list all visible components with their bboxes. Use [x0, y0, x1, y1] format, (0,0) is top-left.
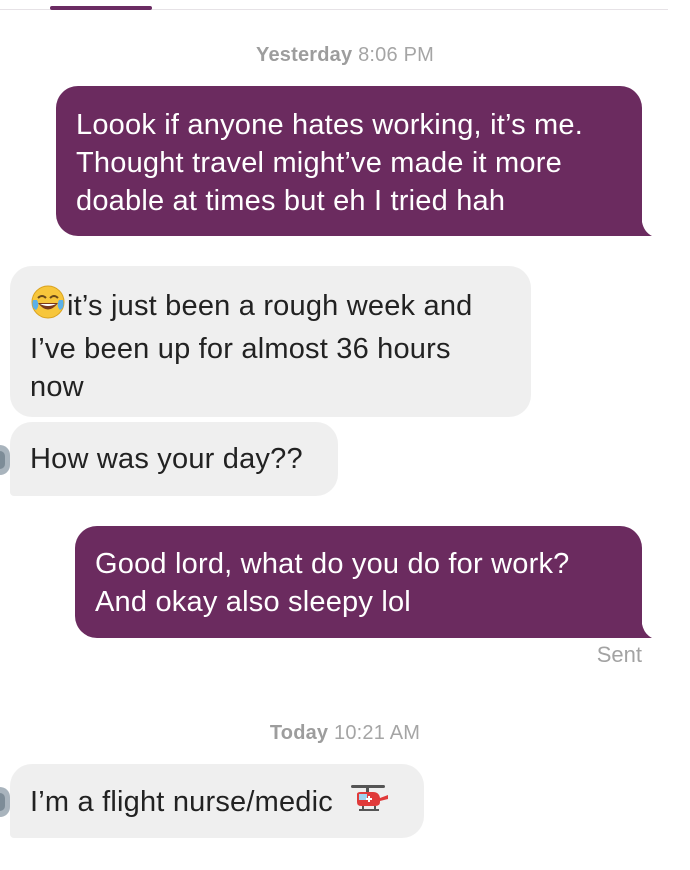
avatar[interactable] — [0, 787, 10, 817]
bubble-tail — [638, 624, 652, 638]
message-line: Good lord, what do you do for work? — [95, 548, 570, 580]
message-line: Thought travel might’ve made it more — [76, 147, 562, 179]
message-bubble-outgoing[interactable]: Loook if anyone hates working, it’s me. … — [56, 86, 642, 236]
date-separator-today: Today 10:21 AM — [0, 722, 690, 745]
message-line: How was your day?? — [30, 443, 303, 475]
message-line: And okay also sleepy lol — [95, 586, 411, 618]
avatar[interactable] — [0, 445, 10, 475]
helicopter-icon — [347, 782, 389, 826]
active-tab-indicator — [50, 6, 152, 10]
message-bubble-outgoing[interactable]: Good lord, what do you do for work? And … — [75, 526, 642, 638]
message-line: doable at times but eh I tried hah — [76, 185, 506, 217]
message-line: I’m a flight nurse/medic — [30, 786, 333, 818]
face-with-tears-of-joy-icon — [30, 284, 66, 330]
message-line: I’ve been up for almost 36 hours — [30, 333, 451, 365]
message-line: Loook if anyone hates working, it’s me. — [76, 109, 583, 141]
message-line: it’s just been a rough week and — [67, 290, 473, 322]
date-separator-yesterday: Yesterday 8:06 PM — [0, 44, 690, 67]
separator-time: 8:06 PM — [358, 44, 434, 66]
message-bubble-incoming[interactable]: it’s just been a rough week and I’ve bee… — [10, 266, 531, 417]
separator-day: Yesterday — [256, 44, 353, 66]
delivery-status: Sent — [596, 642, 642, 667]
separator-day: Today — [269, 722, 329, 744]
message-bubble-incoming[interactable]: I’m a flight nurse/medic — [10, 764, 424, 838]
separator-time: 10:21 AM — [334, 722, 421, 744]
message-bubble-incoming[interactable]: How was your day?? — [10, 422, 338, 496]
message-line: now — [30, 371, 84, 403]
bubble-tail — [638, 222, 652, 236]
